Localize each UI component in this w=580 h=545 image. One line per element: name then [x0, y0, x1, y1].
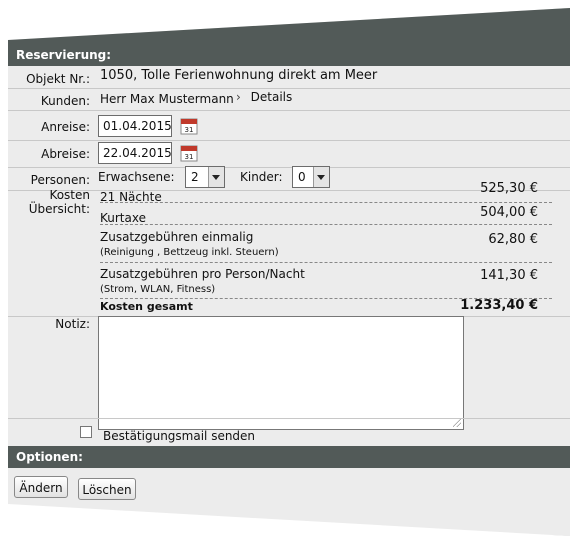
divider: [100, 262, 552, 263]
divider: [100, 202, 552, 203]
reservation-panel: Reservierung: Objekt Nr.: 1050, Tolle Fe…: [8, 8, 570, 536]
object-label: Objekt Nr.:: [26, 72, 90, 86]
options-header: Optionen:: [8, 446, 570, 468]
children-value: 0: [298, 170, 306, 184]
confirm-checkbox[interactable]: [80, 426, 92, 438]
top-bar: [8, 8, 570, 44]
adults-label: Erwachsene:: [98, 170, 175, 184]
adults-select[interactable]: 2: [185, 166, 225, 188]
costs-label: Kosten Übersicht:: [8, 188, 90, 216]
arrival-label: Anreise:: [41, 120, 90, 134]
cost-label: Zusatzgebühren pro Person/Nacht: [100, 267, 305, 281]
divider: [8, 88, 570, 89]
divider: [8, 140, 570, 141]
customer-value: Herr Max Mustermann: [100, 92, 234, 106]
cost-sublabel: (Strom, WLAN, Fitness): [100, 284, 216, 295]
cost-amount: 141,30 €: [480, 268, 538, 283]
departure-date-input[interactable]: 22.04.2015: [98, 142, 172, 164]
divider: [8, 418, 570, 419]
children-label: Kinder:: [240, 170, 283, 184]
cost-amount: 525,30 €: [480, 181, 538, 196]
children-select[interactable]: 0: [292, 166, 330, 188]
divider: [8, 110, 570, 111]
calendar-day: 31: [185, 126, 194, 134]
arrival-date-input[interactable]: 01.04.2015: [98, 115, 172, 137]
cost-label: Zusatzgebühren einmalig: [100, 230, 254, 244]
total-label: Kosten gesamt: [100, 300, 193, 313]
cost-amount: 504,00 €: [480, 205, 538, 220]
calendar-day: 31: [185, 153, 194, 161]
details-link-label: Details: [250, 90, 293, 104]
change-button[interactable]: Ändern: [14, 476, 68, 498]
reservation-header: Reservierung:: [8, 44, 570, 66]
resize-handle-icon[interactable]: [453, 419, 461, 427]
divider: [100, 224, 552, 225]
cost-sublabel: (Reinigung , Bettzeug inkl. Steuern): [100, 247, 279, 258]
costs-label-line2: Übersicht:: [28, 202, 90, 216]
customer-label: Kunden:: [40, 94, 90, 108]
note-textarea[interactable]: [98, 316, 464, 430]
delete-button[interactable]: Löschen: [78, 478, 136, 500]
object-value: 1050, Tolle Ferienwohnung direkt am Meer: [100, 68, 378, 83]
chevron-down-icon: [208, 167, 224, 187]
divider: [8, 167, 570, 168]
departure-label: Abreise:: [41, 147, 90, 161]
cost-amount: 62,80 €: [488, 232, 538, 247]
total-amount: 1.233,40 €: [460, 298, 538, 313]
details-link[interactable]: › Details: [236, 90, 292, 104]
chevron-right-icon: ›: [236, 90, 241, 104]
persons-label: Personen:: [30, 173, 90, 187]
chevron-down-icon: [313, 167, 329, 187]
calendar-icon[interactable]: 31: [180, 144, 198, 162]
confirm-label: Bestätigungsmail senden: [103, 429, 256, 443]
note-label: Notiz:: [55, 317, 90, 331]
calendar-icon[interactable]: 31: [180, 117, 198, 135]
adults-value: 2: [191, 170, 199, 184]
cost-label: Kurtaxe: [100, 211, 146, 225]
costs-label-line1: Kosten: [49, 188, 90, 202]
